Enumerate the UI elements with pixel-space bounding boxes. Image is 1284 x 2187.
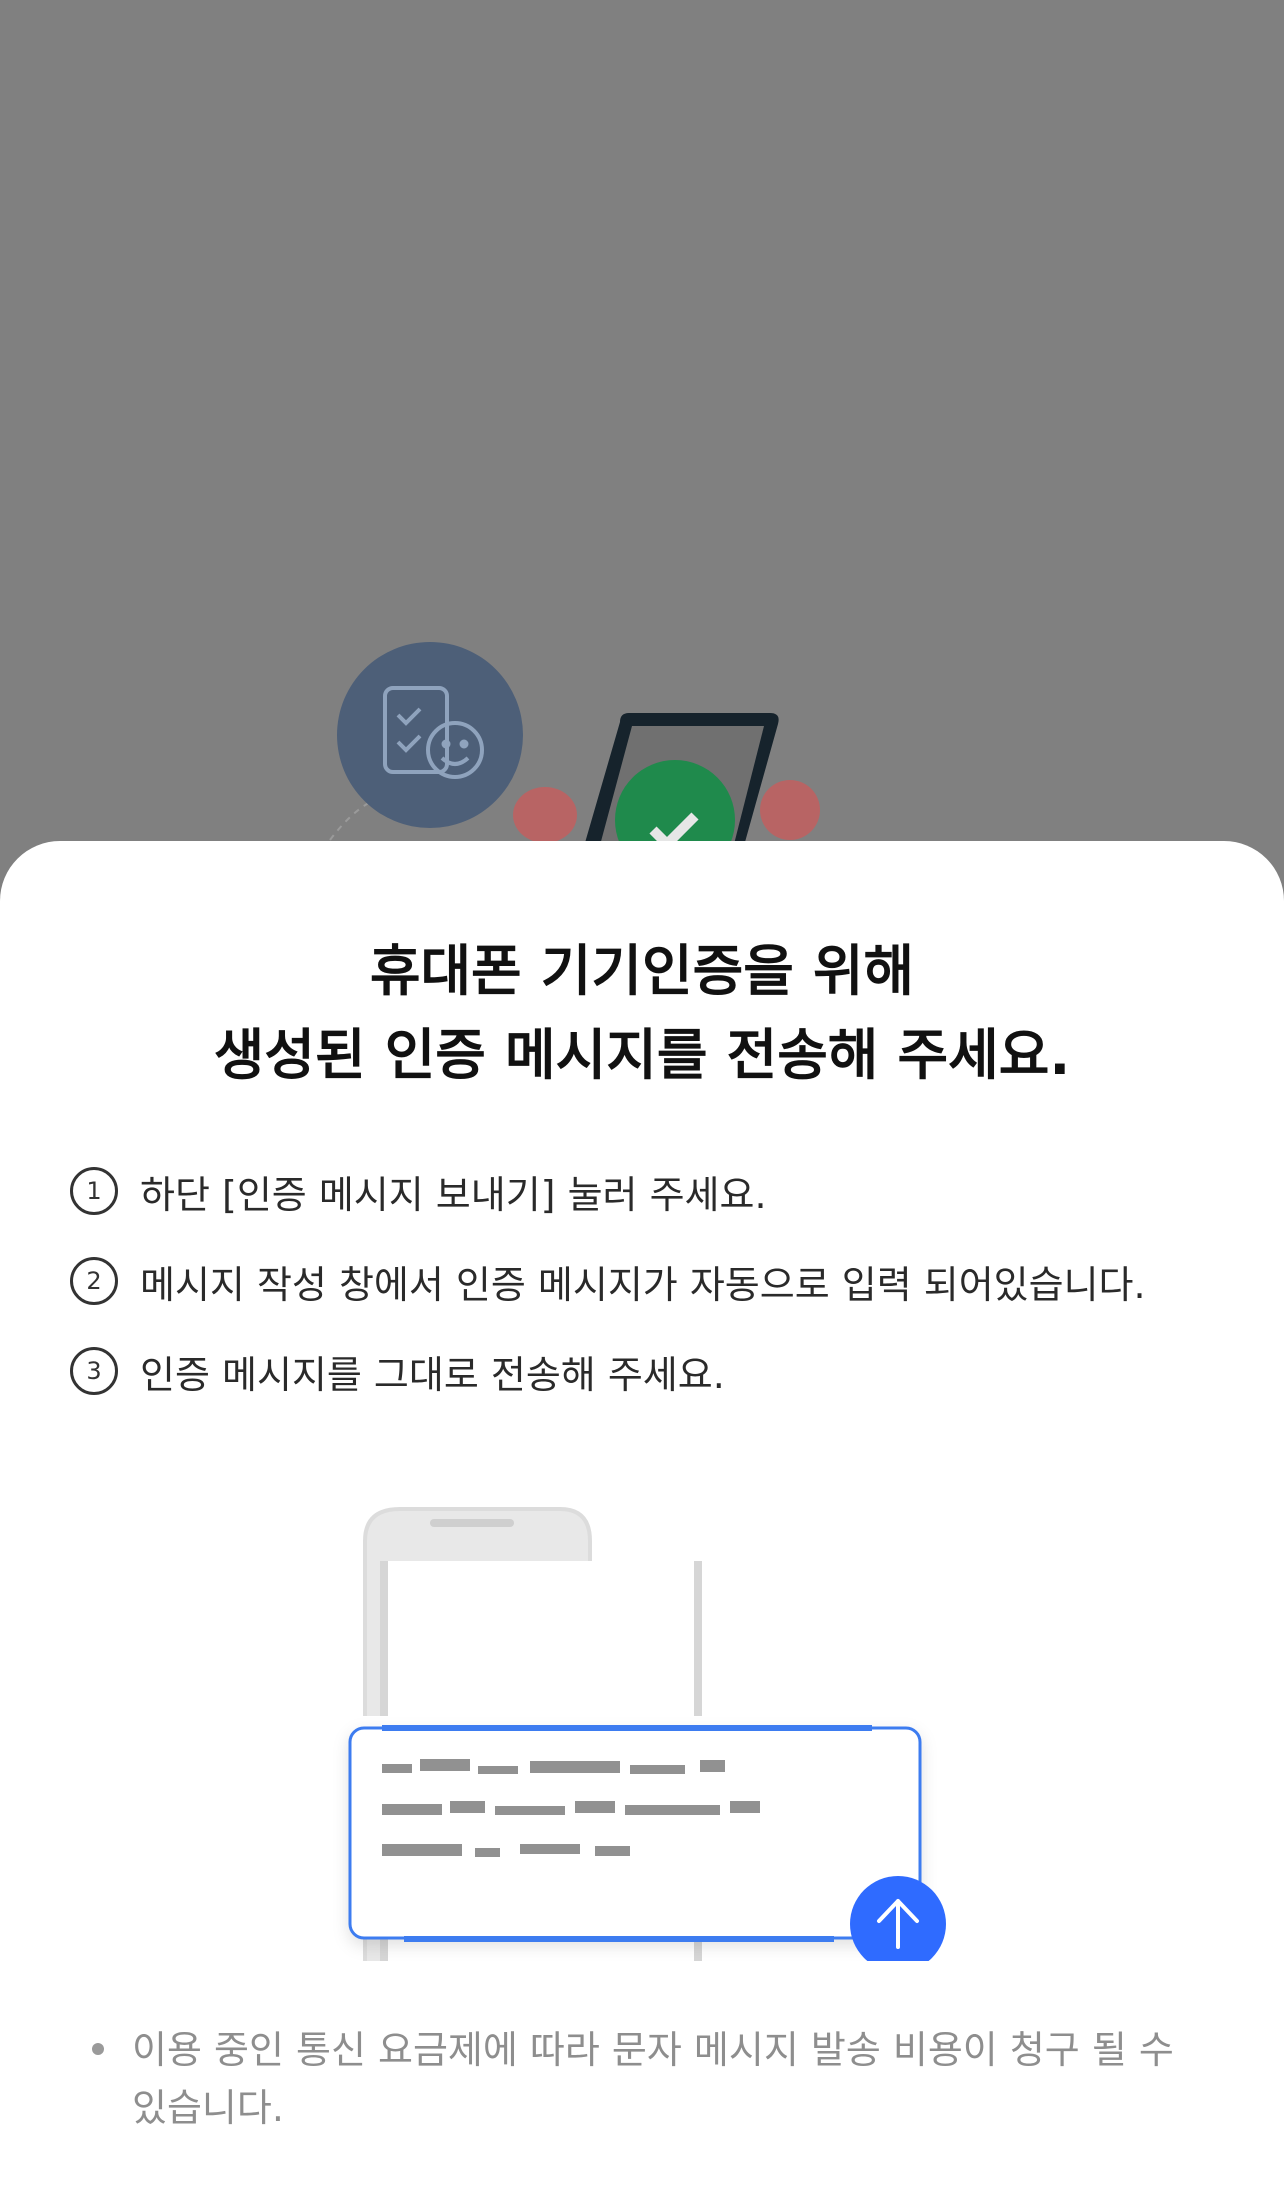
title-line-1: 휴대폰 기기인증을 위해 xyxy=(369,939,915,1003)
step-text-3: 인증 메시지를 그대로 전송해 주세요. xyxy=(140,1352,725,1397)
sheet-title: 휴대폰 기기인증을 위해 생성된 인증 메시지를 전송해 주세요. xyxy=(0,929,1284,1097)
background-illustration xyxy=(329,642,820,870)
bullet-dot xyxy=(92,2043,104,2055)
step-item-3: 3 인증 메시지를 그대로 전송해 주세요. xyxy=(70,1341,725,1401)
step-item-1: 1 하단 [인증 메시지 보내기] 눌러 주세요. xyxy=(70,1161,767,1221)
step-number-2: 2 xyxy=(70,1257,118,1305)
message-bubble xyxy=(348,1725,922,1942)
billing-notice: 이용 중인 통신 요금제에 따라 문자 메시지 발송 비용이 청구 될 수 있습… xyxy=(92,2021,1192,2137)
bottom-sheet: 휴대폰 기기인증을 위해 생성된 인증 메시지를 전송해 주세요. 1 하단 [… xyxy=(0,841,1284,2187)
step-text-1: 하단 [인증 메시지 보내기] 눌러 주세요. xyxy=(140,1172,767,1217)
message-phone-illustration xyxy=(348,1507,970,1961)
step-text-2: 메시지 작성 창에서 인증 메시지가 자동으로 입력 되어있습니다. xyxy=(140,1262,1146,1307)
checklist-smile-icon xyxy=(337,642,523,828)
step-item-2: 2 메시지 작성 창에서 인증 메시지가 자동으로 입력 되어있습니다. xyxy=(70,1251,1146,1311)
title-line-2: 생성된 인증 메시지를 전송해 주세요. xyxy=(213,1023,1071,1087)
billing-notice-text: 이용 중인 통신 요금제에 따라 문자 메시지 발송 비용이 청구 될 수 있습… xyxy=(132,2028,1174,2130)
step-number-3: 3 xyxy=(70,1347,118,1395)
step-number-1: 1 xyxy=(70,1167,118,1215)
